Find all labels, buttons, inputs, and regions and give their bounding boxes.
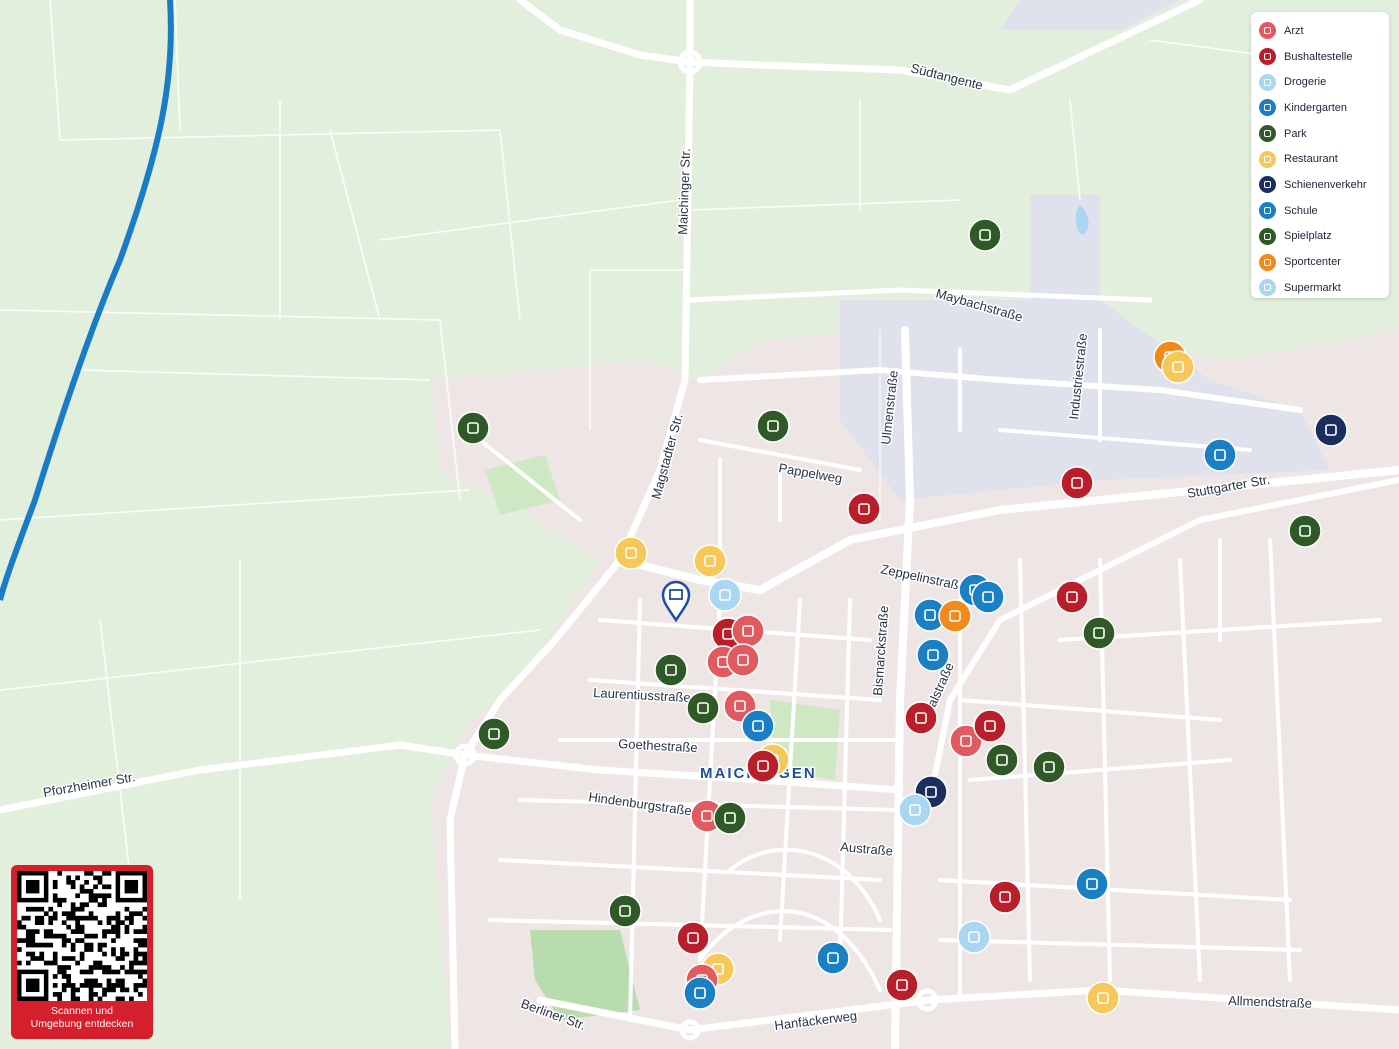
supermarket-icon bbox=[1259, 279, 1276, 297]
legend-label: Drogerie bbox=[1284, 76, 1327, 89]
legend-label: Bushaltestelle bbox=[1284, 50, 1353, 63]
park-icon bbox=[1259, 125, 1276, 143]
drugstore-icon bbox=[1259, 73, 1276, 91]
legend-item-schienenverkehr[interactable]: Schienenverkehr bbox=[1259, 172, 1381, 198]
train-marker[interactable] bbox=[1314, 413, 1348, 447]
legend-label: Restaurant bbox=[1284, 153, 1338, 166]
school-marker[interactable] bbox=[916, 638, 950, 672]
restaurant-marker[interactable] bbox=[1161, 350, 1195, 384]
kindergarten-marker[interactable] bbox=[683, 976, 717, 1010]
qr-card[interactable]: Scannen und Umgebung entdecken bbox=[11, 865, 153, 1039]
sportcenter-icon bbox=[1259, 253, 1276, 271]
doctor-icon bbox=[1259, 22, 1276, 40]
qr-code[interactable] bbox=[17, 871, 148, 1002]
supermarket-marker[interactable] bbox=[708, 578, 742, 612]
street-label-allmend: Allmendstraße bbox=[1228, 993, 1312, 1011]
sportcenter-marker[interactable] bbox=[938, 599, 972, 633]
restaurant-icon bbox=[1259, 150, 1276, 168]
legend-label: Kindergarten bbox=[1284, 101, 1347, 114]
legend-item-spielplatz[interactable]: Spielplatz bbox=[1259, 224, 1381, 250]
restaurant-marker[interactable] bbox=[614, 536, 648, 570]
bus-icon bbox=[1259, 48, 1276, 66]
kindergarten-marker[interactable] bbox=[741, 709, 775, 743]
kindergarten-marker[interactable] bbox=[816, 941, 850, 975]
doctor-marker[interactable] bbox=[726, 643, 760, 677]
kindergarten-marker[interactable] bbox=[971, 580, 1005, 614]
playground-marker[interactable] bbox=[1032, 750, 1066, 784]
playground-marker[interactable] bbox=[713, 801, 747, 835]
playground-marker[interactable] bbox=[654, 653, 688, 687]
legend-item-supermarkt[interactable]: Supermarkt bbox=[1259, 275, 1381, 301]
qr-caption-line2: Umgebung entdecken bbox=[30, 1018, 134, 1030]
playground-marker[interactable] bbox=[968, 218, 1002, 252]
legend-label: Schule bbox=[1284, 204, 1318, 217]
playground-marker[interactable] bbox=[985, 743, 1019, 777]
playground-marker[interactable] bbox=[686, 691, 720, 725]
playground-marker[interactable] bbox=[756, 409, 790, 443]
bus-marker[interactable] bbox=[973, 709, 1007, 743]
playground-marker[interactable] bbox=[1082, 616, 1116, 650]
playground-marker[interactable] bbox=[477, 717, 511, 751]
legend-label: Sportcenter bbox=[1284, 256, 1341, 269]
doctor-marker[interactable] bbox=[731, 614, 765, 648]
kindergarten-marker[interactable] bbox=[1075, 867, 1109, 901]
playground-marker[interactable] bbox=[456, 411, 490, 445]
playground-icon bbox=[1259, 227, 1276, 245]
legend-item-schule[interactable]: Schule bbox=[1259, 198, 1381, 224]
legend-label: Schienenverkehr bbox=[1284, 178, 1367, 191]
kindergarten-icon bbox=[1259, 99, 1276, 117]
qr-caption: Scannen und Umgebung entdecken bbox=[11, 1005, 153, 1031]
restaurant-marker[interactable] bbox=[1086, 981, 1120, 1015]
qr-caption-line1: Scannen und bbox=[51, 1005, 113, 1017]
bus-marker[interactable] bbox=[904, 701, 938, 735]
supermarket-marker[interactable] bbox=[898, 793, 932, 827]
street-label-maichinger: Maichinger Str. bbox=[675, 148, 693, 235]
legend-item-kindergarten[interactable]: Kindergarten bbox=[1259, 95, 1381, 121]
school-marker[interactable] bbox=[1203, 438, 1237, 472]
bus-marker[interactable] bbox=[847, 492, 881, 526]
park-marker[interactable] bbox=[1288, 514, 1322, 548]
legend-item-park[interactable]: Park bbox=[1259, 121, 1381, 147]
supermarket-marker[interactable] bbox=[957, 920, 991, 954]
bus-marker[interactable] bbox=[746, 749, 780, 783]
legend-label: Spielplatz bbox=[1284, 230, 1332, 243]
park-marker[interactable] bbox=[608, 894, 642, 928]
legend-label: Park bbox=[1284, 127, 1307, 140]
restaurant-marker[interactable] bbox=[693, 544, 727, 578]
bus-marker[interactable] bbox=[1060, 466, 1094, 500]
legend-item-drogerie[interactable]: Drogerie bbox=[1259, 69, 1381, 95]
bus-marker[interactable] bbox=[885, 968, 919, 1002]
train-icon bbox=[1259, 176, 1276, 194]
bus-marker[interactable] bbox=[1055, 580, 1089, 614]
legend-panel: Arzt Bushaltestelle Drogerie Kindergarten Pa… bbox=[1251, 12, 1389, 298]
legend-item-bushaltestelle[interactable]: Bushaltestelle bbox=[1259, 44, 1381, 70]
legend-item-arzt[interactable]: Arzt bbox=[1259, 18, 1381, 44]
legend-item-sportcenter[interactable]: Sportcenter bbox=[1259, 249, 1381, 275]
legend-label: Supermarkt bbox=[1284, 281, 1341, 294]
map-canvas[interactable]: Südtangente Maichinger Str. Magstadter S… bbox=[0, 0, 1399, 1049]
bus-marker[interactable] bbox=[676, 921, 710, 955]
school-icon bbox=[1259, 202, 1276, 220]
bus-marker[interactable] bbox=[988, 880, 1022, 914]
legend-label: Arzt bbox=[1284, 24, 1304, 37]
legend-item-restaurant[interactable]: Restaurant bbox=[1259, 146, 1381, 172]
